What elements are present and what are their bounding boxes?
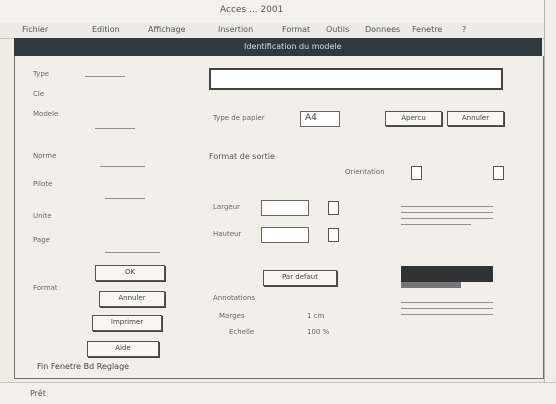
annotations-label: Annotations xyxy=(213,294,256,302)
margins-label: Marges xyxy=(219,312,245,320)
menu-window[interactable]: Fenetre xyxy=(412,25,442,34)
dialog-title-bar: Identification du modele xyxy=(14,38,542,56)
paper-type-field[interactable]: A4 xyxy=(300,111,340,127)
left-item-page: Page xyxy=(33,236,50,244)
dialog-title: Identification du modele xyxy=(244,42,342,51)
left-item-type: Type xyxy=(33,70,50,78)
width-spinner[interactable] xyxy=(328,201,339,215)
orientation-spinner[interactable] xyxy=(411,166,422,180)
orientation-label: Orientation xyxy=(345,168,385,176)
top-selection-field[interactable] xyxy=(209,68,503,90)
print-button[interactable]: Imprimer xyxy=(92,315,162,331)
scale-value: 100 % xyxy=(307,328,330,336)
paper-type-label: Type de papier xyxy=(213,114,265,122)
preview-line xyxy=(401,224,471,225)
preview-text-block xyxy=(401,206,493,236)
default-button[interactable]: Par defaut xyxy=(263,270,337,286)
status-text: Prêt xyxy=(30,389,46,398)
menu-view[interactable]: Affichage xyxy=(148,25,186,34)
preview-dark-bar xyxy=(401,266,493,282)
status-left-text: Fin Fenetre Bd Reglage xyxy=(37,362,130,371)
vertical-scrollbar[interactable] xyxy=(544,0,556,403)
preview-line xyxy=(401,308,493,309)
preview-dark-bar xyxy=(401,282,461,288)
status-bar: Prêt xyxy=(0,382,556,404)
dialog-window: Type Cle Modele Norme Pilote Unite Page … xyxy=(14,56,544,379)
screen: Acces ... 2001 Fichier Edition Affichage… xyxy=(0,0,556,404)
left-divider xyxy=(105,252,160,253)
menu-data[interactable]: Donnees xyxy=(365,25,400,34)
app-title: Acces ... 2001 xyxy=(220,5,284,15)
left-item-driver: Pilote xyxy=(33,180,53,188)
left-item-model: Modele xyxy=(33,110,59,118)
help-button[interactable]: Aide xyxy=(87,341,159,357)
preview-line xyxy=(401,212,493,213)
preview-line xyxy=(401,206,493,207)
section-title: Format de sortie xyxy=(209,152,275,161)
left-item-format: Format xyxy=(33,284,58,292)
preview-line xyxy=(401,302,493,303)
left-divider xyxy=(85,76,125,77)
menu-format[interactable]: Format xyxy=(282,25,310,34)
width-field[interactable] xyxy=(261,200,309,216)
left-divider xyxy=(105,198,145,199)
left-item-unit: Unite xyxy=(33,212,52,220)
orientation-spinner-2[interactable] xyxy=(493,166,504,180)
cancel-top-button[interactable]: Annuler xyxy=(447,111,504,126)
left-divider xyxy=(100,166,145,167)
app-title-bar: Acces ... 2001 xyxy=(0,0,556,23)
cancel-button[interactable]: Annuler xyxy=(99,291,165,307)
height-label: Hauteur xyxy=(213,230,242,238)
ok-button[interactable]: OK xyxy=(95,265,165,281)
width-label: Largeur xyxy=(213,203,241,211)
left-item-key: Cle xyxy=(33,90,45,98)
height-field[interactable] xyxy=(261,227,309,243)
preview-line xyxy=(401,218,493,219)
menu-file[interactable]: Fichier xyxy=(22,25,48,34)
margins-value: 1 cm xyxy=(307,312,325,320)
left-item-standard: Norme xyxy=(33,152,57,160)
menu-edit[interactable]: Edition xyxy=(92,25,120,34)
menu-help[interactable]: ? xyxy=(462,25,466,34)
left-divider xyxy=(95,128,135,129)
menu-insert[interactable]: Insertion xyxy=(218,25,253,34)
preview-button[interactable]: Apercu xyxy=(385,111,442,126)
menu-tools[interactable]: Outils xyxy=(326,25,349,34)
preview-line xyxy=(401,314,493,315)
menu-bar: Fichier Edition Affichage Insertion Form… xyxy=(0,22,556,39)
scale-label: Echelle xyxy=(229,328,255,336)
height-spinner[interactable] xyxy=(328,228,339,242)
